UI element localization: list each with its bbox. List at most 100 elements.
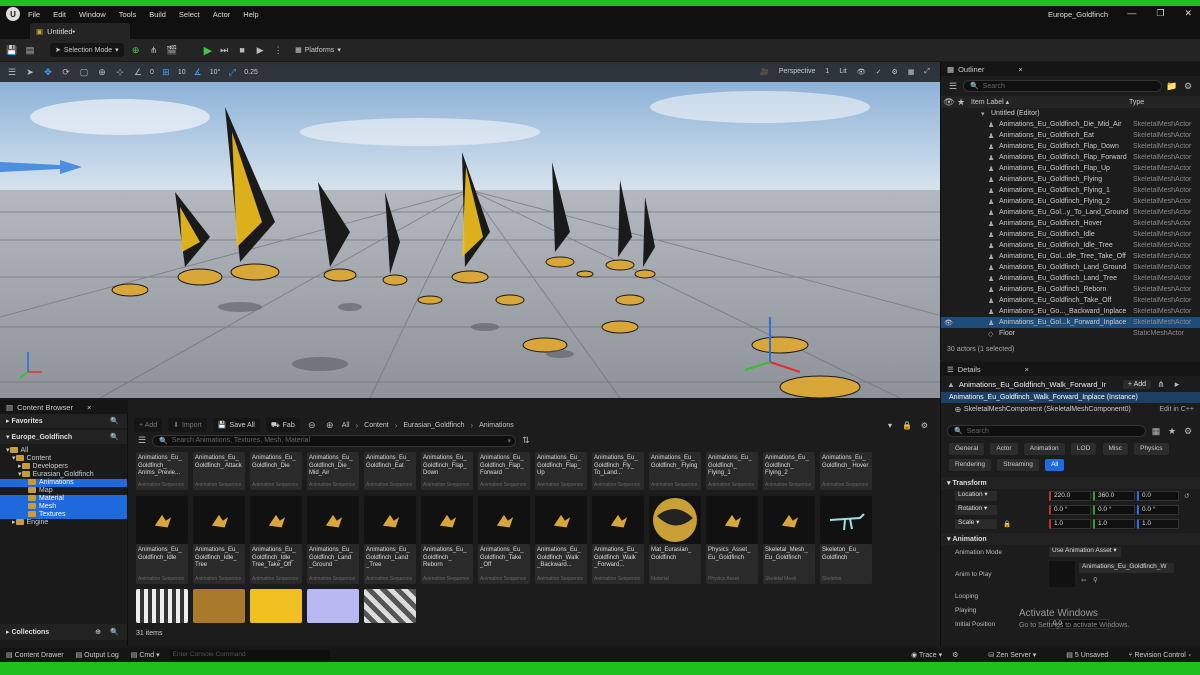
category-rendering[interactable]: Rendering [949, 459, 991, 471]
scale-snap-value[interactable]: 0.25 [244, 69, 258, 76]
unreal-logo-icon[interactable]: U [6, 7, 20, 21]
details-component-row[interactable]: 🜨 SkeletalMeshComponent (SkeletalMeshCom… [941, 403, 1200, 415]
asset-tile[interactable]: Animations_Eu_ Goldfinch_Eat Animation Se… [364, 452, 416, 490]
scale-tool-icon[interactable]: ▢ [78, 67, 90, 78]
asset-thumbnail[interactable] [136, 496, 188, 544]
texture-thumbnail[interactable] [307, 589, 359, 623]
asset-thumbnail[interactable] [592, 496, 644, 544]
location-dropdown[interactable]: Location ▾ [955, 491, 997, 501]
close-tab-icon[interactable]: × [87, 403, 91, 412]
minimize-icon[interactable]: — [1127, 8, 1136, 19]
asset-tile[interactable]: Animations_Eu_ Goldfinch_Idle_ Tree Anima… [193, 544, 245, 584]
angle-value[interactable]: 0 [150, 69, 154, 76]
menu-select[interactable]: Select [179, 10, 200, 19]
asset-thumbnail[interactable] [193, 496, 245, 544]
asset-thumbnail[interactable] [364, 496, 416, 544]
asset-thumbnail[interactable] [307, 496, 359, 544]
level-tab[interactable]: ▣ Untitled• [30, 23, 130, 39]
path-content[interactable]: Content [364, 422, 389, 429]
lock-icon[interactable]: 🔒 [1003, 520, 1011, 528]
tree-engine[interactable]: ▸ Engine [0, 519, 127, 527]
tree-content[interactable]: ▾ Content [0, 455, 127, 463]
asset-tile[interactable]: Animations_Eu_ Goldfinch_ Reborn Animatio… [421, 544, 473, 584]
console-input[interactable]: Enter Console Command [169, 650, 330, 660]
select-tool-icon[interactable]: ➤ [24, 67, 36, 78]
rotation-z-field[interactable]: 0.0 ° [1137, 505, 1179, 515]
path-dropdown-icon[interactable]: ▾ [888, 421, 892, 430]
asset-thumbnail[interactable] [649, 496, 701, 544]
asset-tile[interactable]: Animations_Eu_ Goldfinch_ Attack Animatio… [193, 452, 245, 490]
save-all-button[interactable]: 💾 Save All [212, 418, 260, 432]
asset-tile[interactable]: Animations_Eu_ Goldfinch_ Flying_1 Animat… [706, 452, 758, 490]
outliner-root-row[interactable]: ▾ Untitled (Editor) [941, 108, 1200, 119]
tree-mesh[interactable]: Mesh [0, 503, 127, 511]
outliner-search-input[interactable]: 🔍 Search [963, 80, 1162, 92]
tree-eurasian-goldfinch[interactable]: ▾ Eurasian_Goldfinch [0, 471, 127, 479]
outliner-row[interactable]: ♟ Animations_Eu_Goldfinch_Take_Off Skeleta… [941, 295, 1200, 306]
asset-tile[interactable]: Animations_Eu_ Goldfinch_Walk _Forward..… [592, 544, 644, 584]
edit-cpp-link[interactable]: Edit in C++ [1159, 406, 1194, 413]
menu-actor[interactable]: Actor [213, 10, 231, 19]
texture-thumbnail[interactable] [364, 589, 416, 623]
show-flags-icon[interactable]: 👁 [857, 68, 866, 76]
outliner-row[interactable]: ♟ Animations_Eu_Goldfinch_Flap_Forward Ske… [941, 152, 1200, 163]
outliner-row[interactable]: ♟ Animations_Eu_Goldfinch_Flying_2 Skeleta… [941, 196, 1200, 207]
rotation-snap-icon[interactable]: ∡ [192, 67, 204, 78]
more-options-icon[interactable]: ⋮ [272, 45, 284, 56]
outliner-row[interactable]: ♟ Animations_Eu_Goldfinch_Land_Tree Skelet… [941, 273, 1200, 284]
launch-icon[interactable]: ▶ [254, 45, 266, 56]
filter-icon[interactable]: ☰ [947, 81, 959, 92]
derived-data-icon[interactable]: ⚙ [952, 651, 958, 659]
animation-mode-dropdown[interactable]: Use Animation Asset ▾ [1049, 547, 1121, 557]
translate-tool-icon[interactable]: ✥ [42, 67, 54, 78]
location-y-field[interactable]: 360.0 [1093, 491, 1135, 501]
search-icon[interactable]: 🔍 [110, 417, 119, 425]
asset-tile[interactable]: Mat_Eurasian_ Goldfinch Material [649, 544, 701, 584]
scale-y-field[interactable]: 1.0 [1093, 519, 1135, 529]
asset-thumbnail[interactable] [820, 496, 872, 544]
scale-z-field[interactable]: 1.0 [1137, 519, 1179, 529]
tree-animations[interactable]: Animations [0, 479, 127, 487]
maximize-viewport-icon[interactable]: ⤢ [924, 68, 930, 76]
cmd-button[interactable]: ▤ Cmd ▾ [131, 651, 160, 659]
texture-thumbnail[interactable] [250, 589, 302, 623]
category-misc[interactable]: Misc [1102, 443, 1128, 455]
category-streaming[interactable]: Streaming [997, 459, 1039, 471]
outliner-row[interactable]: ♟ Animations_Eu_Gol...dle_Tree_Take_Off Sk… [941, 251, 1200, 262]
filter-icon[interactable]: ☰ [136, 435, 148, 446]
asset-thumbnail[interactable] [706, 496, 758, 544]
outliner-row[interactable]: ◇ Floor StaticMeshActor [941, 328, 1200, 339]
menu-window[interactable]: Window [79, 10, 106, 19]
asset-tile[interactable]: Animations_Eu_ Goldfinch_Land _Tree Anima… [364, 544, 416, 584]
tree-material[interactable]: Material [0, 495, 127, 503]
favorite-icon[interactable]: ★ [1166, 426, 1178, 437]
tree-all[interactable]: ▾ All [0, 447, 127, 455]
add-folder-icon[interactable]: 📁 [1166, 81, 1178, 92]
viewport-menu-icon[interactable]: ☰ [6, 67, 18, 78]
asset-thumbnail[interactable] [535, 496, 587, 544]
layout-icon[interactable]: ▦ [908, 68, 915, 76]
asset-tile[interactable]: Animations_Eu_ Goldfinch_ Flying_2 Animat… [763, 452, 815, 490]
asset-tile[interactable]: Animations_Eu_ Goldfinch_Take _Off Animat… [478, 544, 530, 584]
revision-control-button[interactable]: ⑂ Revision Control ▾ [1128, 652, 1192, 659]
favorites-header[interactable]: ▸ Favorites 🔍 [0, 414, 127, 428]
path-eurasian[interactable]: Eurasian_Goldfinch [403, 422, 464, 429]
outliner-row[interactable]: ♟ Animations_Eu_Goldfinch_Land_Ground Skel… [941, 262, 1200, 273]
asset-tile[interactable]: Animations_Eu_ Goldfinch_Flap_ Down Anima… [421, 452, 473, 490]
stop-icon[interactable]: ■ [236, 45, 248, 55]
outliner-row[interactable]: ♟ Animations_Eu_Goldfinch_Idle SkeletalMes… [941, 229, 1200, 240]
project-header[interactable]: ▾ Europe_Goldfinch 🔍 [0, 430, 127, 444]
outliner-row[interactable]: ♟ Animations_Eu_Goldfinch_Flap_Down Skelet… [941, 141, 1200, 152]
performance-icon[interactable]: ✓ [876, 68, 882, 76]
animation-section[interactable]: ▾ Animation [941, 533, 1200, 545]
texture-thumbnail[interactable] [136, 589, 188, 623]
play-icon[interactable]: ▶ [204, 44, 212, 57]
actor-name[interactable]: Animations_Eu_Goldfinch_Walk_Forward_Ir [959, 380, 1119, 389]
asset-thumbnail[interactable] [250, 496, 302, 544]
unsaved-button[interactable]: ▤ 5 Unsaved [1066, 651, 1108, 659]
asset-tile[interactable]: Animations_Eu_ Goldfinch_ Flying Animatio… [649, 452, 701, 490]
menu-edit[interactable]: Edit [53, 10, 66, 19]
rotation-dropdown[interactable]: Rotation ▾ [955, 505, 997, 515]
column-item-label[interactable]: Item Label ▴ [971, 98, 1009, 106]
rotate-tool-icon[interactable]: ⟳ [60, 67, 72, 78]
